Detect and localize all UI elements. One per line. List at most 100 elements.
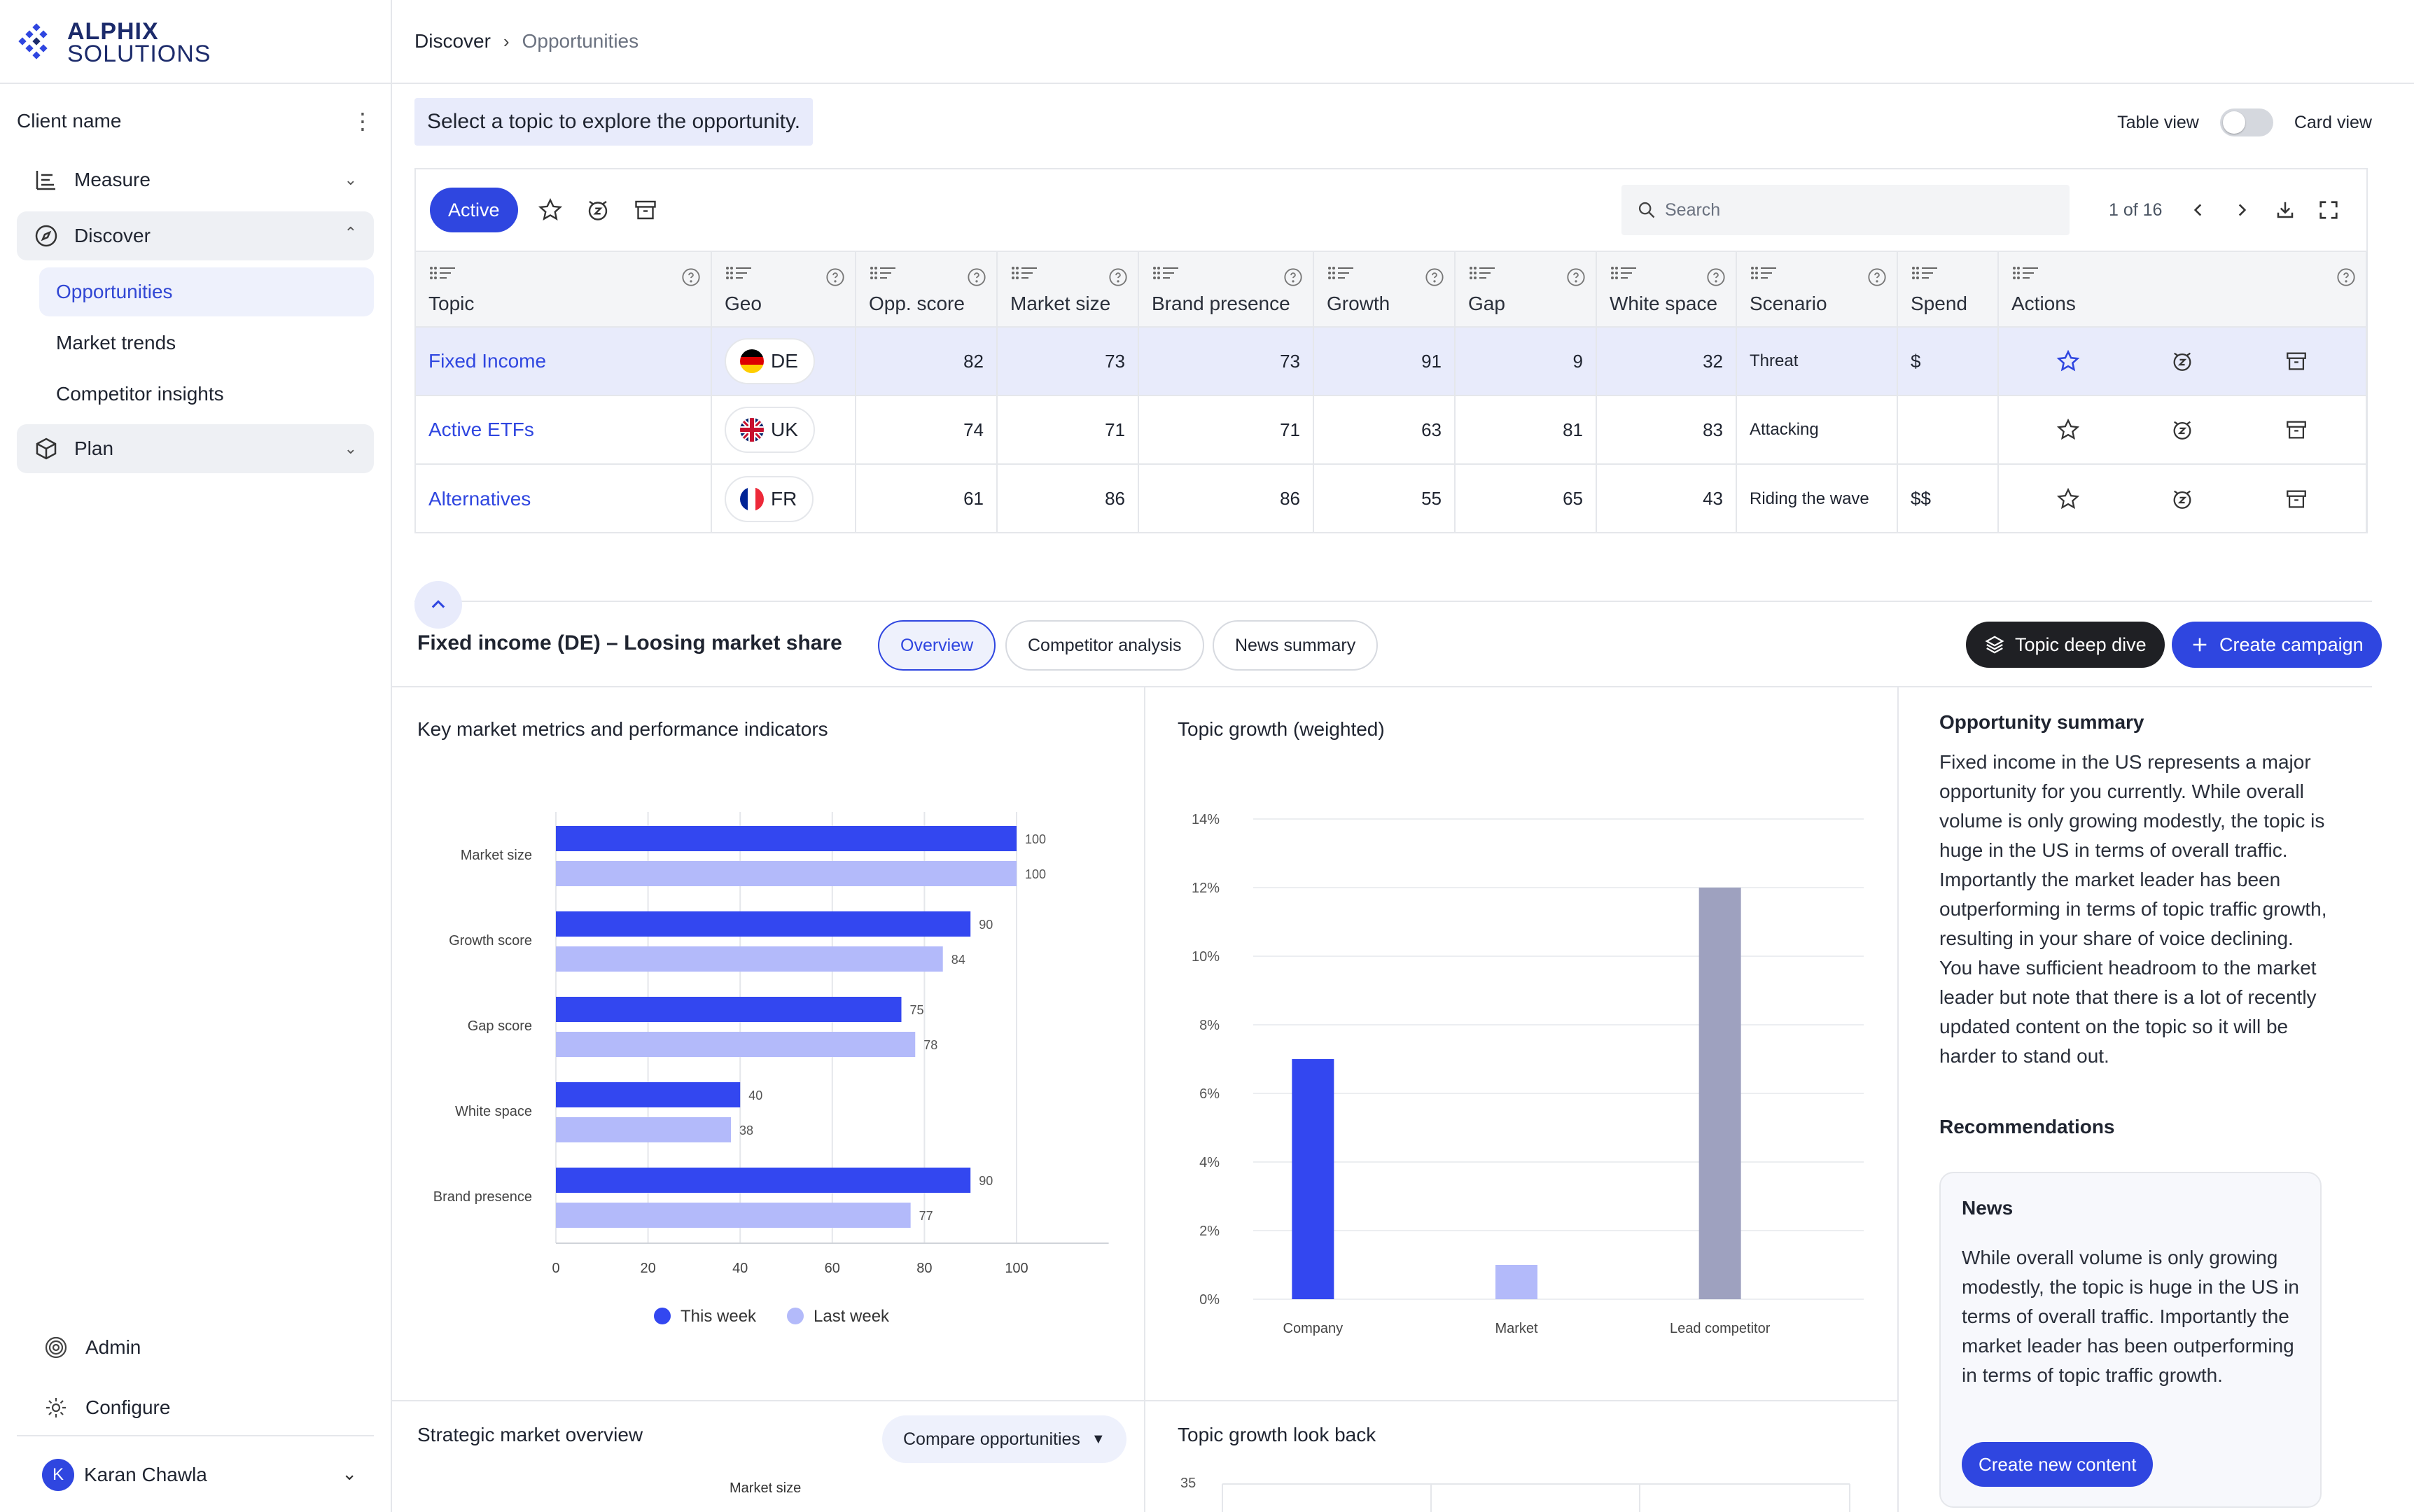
- user-menu[interactable]: K Karan Chawla ⌄: [42, 1457, 357, 1492]
- tab-news-summary[interactable]: News summary: [1213, 620, 1379, 671]
- chevron-left-icon[interactable]: [2183, 195, 2214, 225]
- archive-icon[interactable]: [630, 195, 661, 225]
- create-new-content-button[interactable]: Create new content: [1962, 1442, 2154, 1487]
- snooze-icon[interactable]: [2170, 418, 2194, 442]
- collapse-button[interactable]: [414, 581, 462, 629]
- sidebar-item-opportunities[interactable]: Opportunities: [39, 267, 374, 316]
- help-icon[interactable]: [1108, 267, 1128, 287]
- drag-handle-icon[interactable]: [1911, 265, 1939, 287]
- drag-handle-icon[interactable]: [1610, 265, 1638, 287]
- geo-chip[interactable]: UK: [725, 407, 815, 453]
- column-header-brand-presence[interactable]: Brand presence: [1138, 251, 1314, 327]
- star-icon[interactable]: [2056, 418, 2080, 442]
- column-header-gap[interactable]: Gap: [1455, 251, 1597, 327]
- data-label: 40: [748, 1088, 762, 1102]
- client-selector[interactable]: Client name ⋮: [17, 105, 374, 137]
- search-input[interactable]: [1665, 200, 2057, 220]
- column-header-scenario[interactable]: Scenario: [1736, 251, 1898, 327]
- table-row[interactable]: Fixed Income DE 82 73 73 91 9 32 Threat …: [416, 326, 2367, 396]
- snooze-icon[interactable]: [582, 195, 613, 225]
- drag-handle-icon[interactable]: [1750, 265, 1778, 287]
- column-header-opp-score[interactable]: Opp. score: [856, 251, 998, 327]
- sidebar-item-admin[interactable]: Admin: [42, 1330, 141, 1365]
- sidebar-item-discover[interactable]: Discover ⌃: [17, 211, 374, 260]
- help-icon[interactable]: [1706, 267, 1726, 287]
- table-row[interactable]: Alternatives FR 61 86 86 55 65 43 Riding…: [416, 463, 2367, 533]
- kebab-menu-icon[interactable]: ⋮: [351, 108, 374, 134]
- table-row[interactable]: Active ETFs UK 74 71 71 63 81 83 Attacki…: [416, 395, 2367, 464]
- drag-handle-icon[interactable]: [1152, 265, 1180, 287]
- column-label: White space: [1610, 293, 1718, 314]
- legend-label: Last week: [814, 1307, 890, 1326]
- download-icon[interactable]: [2270, 195, 2301, 225]
- summary-title: Opportunity summary: [1939, 711, 2144, 733]
- column-header-spend[interactable]: Spend: [1897, 251, 1999, 327]
- geo-chip[interactable]: DE: [725, 338, 815, 384]
- column-header-market-size[interactable]: Market size: [997, 251, 1139, 327]
- help-icon[interactable]: [825, 267, 845, 287]
- data-label: 38: [739, 1124, 753, 1138]
- scenario-cell: Riding the wave: [1736, 463, 1898, 533]
- archive-icon[interactable]: [2284, 418, 2308, 442]
- column-label: Actions: [2011, 293, 2076, 314]
- sidebar-item-plan[interactable]: Plan ⌄: [17, 424, 374, 473]
- help-icon[interactable]: [1566, 267, 1586, 287]
- star-icon[interactable]: [2056, 487, 2080, 511]
- drag-handle-icon[interactable]: [725, 265, 753, 287]
- opp-score-cell: 74: [856, 395, 998, 464]
- drag-handle-icon[interactable]: [1468, 265, 1496, 287]
- sidebar-item-competitor-insights[interactable]: Competitor insights: [39, 370, 374, 419]
- tab-competitor-analysis[interactable]: Competitor analysis: [1005, 620, 1204, 671]
- help-icon[interactable]: [2336, 267, 2356, 287]
- bar: [556, 946, 943, 972]
- column-header-geo[interactable]: Geo: [711, 251, 856, 327]
- snooze-icon[interactable]: [2170, 487, 2194, 511]
- table-view-label[interactable]: Table view: [2117, 113, 2199, 133]
- topic-link[interactable]: Fixed Income: [416, 326, 712, 396]
- drag-handle-icon[interactable]: [428, 265, 456, 287]
- drag-handle-icon[interactable]: [2011, 265, 2039, 287]
- help-icon[interactable]: [1867, 267, 1887, 287]
- search-box[interactable]: [1621, 185, 2070, 235]
- archive-icon[interactable]: [2284, 487, 2308, 511]
- star-icon[interactable]: [2056, 349, 2080, 373]
- create-campaign-button[interactable]: Create campaign: [2172, 622, 2382, 668]
- column-label: Scenario: [1750, 293, 1827, 314]
- fullscreen-icon[interactable]: [2313, 195, 2344, 225]
- filter-active-button[interactable]: Active: [430, 188, 518, 232]
- help-icon[interactable]: [681, 267, 701, 287]
- archive-icon[interactable]: [2284, 349, 2308, 373]
- column-header-actions[interactable]: Actions: [1998, 251, 2367, 327]
- column-label: Growth: [1327, 293, 1390, 314]
- brand-logo[interactable]: ALPHIX SOLUTIONS: [15, 18, 225, 67]
- column-header-topic[interactable]: Topic: [416, 251, 712, 327]
- drag-handle-icon[interactable]: [1327, 265, 1355, 287]
- sidebar-item-market-trends[interactable]: Market trends: [39, 318, 374, 368]
- sidebar-item-configure[interactable]: Configure: [42, 1390, 170, 1425]
- drag-handle-icon[interactable]: [869, 265, 897, 287]
- avatar: K: [42, 1459, 74, 1491]
- tab-overview[interactable]: Overview: [878, 620, 996, 671]
- topic-link[interactable]: Alternatives: [416, 463, 712, 533]
- help-icon[interactable]: [1283, 267, 1303, 287]
- help-icon[interactable]: [967, 267, 986, 287]
- help-icon[interactable]: [1425, 267, 1444, 287]
- geo-chip[interactable]: FR: [725, 475, 814, 522]
- chevron-down-icon[interactable]: ⌄: [342, 1463, 357, 1485]
- detail-divider: [392, 686, 2372, 687]
- star-icon[interactable]: [535, 195, 566, 225]
- column-header-white-space[interactable]: White space: [1596, 251, 1737, 327]
- topic-deep-dive-button[interactable]: Topic deep dive: [1966, 622, 2165, 668]
- card-view-label[interactable]: Card view: [2294, 113, 2372, 133]
- sidebar-item-label: Plan: [74, 438, 114, 459]
- sidebar-item-measure[interactable]: Measure ⌄: [17, 155, 374, 204]
- breadcrumb-discover[interactable]: Discover: [414, 30, 491, 52]
- topic-link[interactable]: Active ETFs: [416, 395, 712, 464]
- chevron-right-icon[interactable]: [2226, 195, 2257, 225]
- view-switch[interactable]: [2219, 108, 2273, 136]
- scenario-cell: Attacking: [1736, 395, 1898, 464]
- compare-opportunities-dropdown[interactable]: Compare opportunities ▼: [882, 1415, 1126, 1463]
- drag-handle-icon[interactable]: [1010, 265, 1038, 287]
- column-header-growth[interactable]: Growth: [1313, 251, 1456, 327]
- snooze-icon[interactable]: [2170, 349, 2194, 373]
